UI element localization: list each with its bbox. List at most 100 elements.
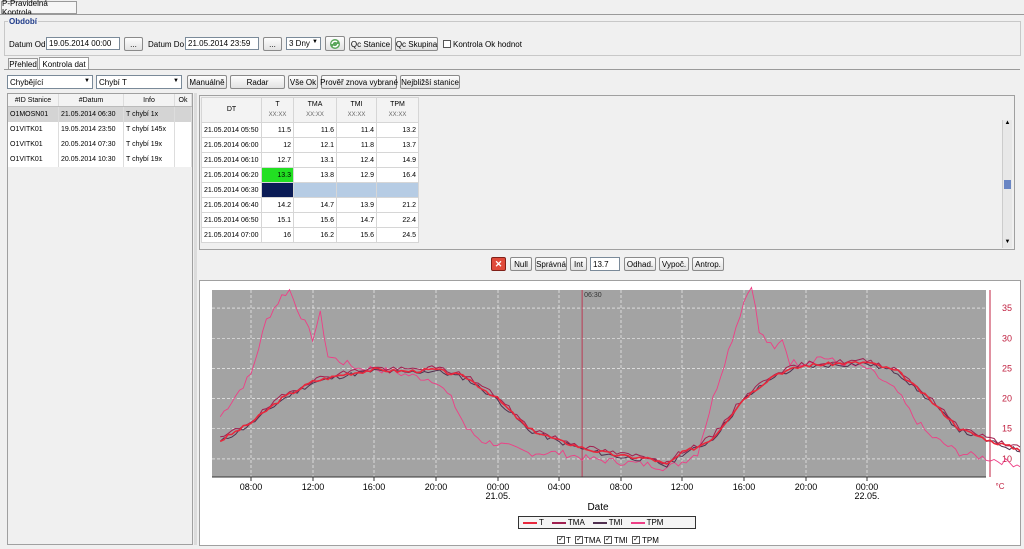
- grid-cell[interactable]: 15.1: [261, 212, 294, 228]
- grid-cell[interactable]: 12.7: [261, 152, 294, 168]
- radar-button[interactable]: Radar: [230, 75, 285, 89]
- grid-cell-missing[interactable]: [261, 182, 294, 198]
- grid-scrollbar[interactable]: ▲ ▼: [1002, 120, 1012, 248]
- grid-cell-highlighted[interactable]: 13.3: [261, 167, 294, 183]
- grid-cell[interactable]: 15.6: [336, 227, 377, 243]
- refresh-button[interactable]: [325, 36, 345, 51]
- manual-button[interactable]: Manuálně: [187, 75, 227, 89]
- grid-cell[interactable]: 21.05.2014 05:50: [201, 122, 262, 138]
- grid-row[interactable]: 21.05.2014 06:10 12.7 13.1 12.4 14.9: [201, 152, 419, 168]
- grid-cell[interactable]: [376, 182, 419, 198]
- grid-cell[interactable]: 21.05.2014 06:30: [201, 182, 262, 198]
- grid-row[interactable]: 21.05.2014 05:50 11.5 11.6 11.4 13.2: [201, 122, 419, 138]
- grid-cell[interactable]: 13.1: [293, 152, 337, 168]
- grid-cell[interactable]: 14.7: [336, 212, 377, 228]
- grid-row[interactable]: 21.05.2014 06:00 12 12.1 11.8 13.7: [201, 137, 419, 153]
- estimate-button[interactable]: Odhad.: [624, 257, 656, 271]
- grid-header-dt[interactable]: DT: [201, 97, 262, 123]
- grid-cell[interactable]: 24.5: [376, 227, 419, 243]
- grid-cell[interactable]: 13.2: [376, 122, 419, 138]
- ok-values-checkbox[interactable]: [443, 40, 451, 48]
- tab-overview[interactable]: Přehled: [8, 58, 38, 69]
- qc-station-button[interactable]: Qc Stanice: [349, 37, 392, 51]
- grid-cell[interactable]: 22.4: [376, 212, 419, 228]
- series-t-checkbox[interactable]: ✓: [557, 536, 565, 544]
- qc-group-button[interactable]: Qc Skupina: [395, 37, 438, 51]
- range-select[interactable]: 3 Dny ▼: [286, 37, 321, 50]
- date-from-label: Datum Od: [9, 40, 46, 49]
- grid-cell[interactable]: [336, 182, 377, 198]
- date-from-field[interactable]: 19.05.2014 00:00: [46, 37, 120, 50]
- delete-button[interactable]: ✕: [491, 257, 506, 271]
- grid-cell[interactable]: 14.2: [261, 197, 294, 213]
- grid-header-sub: XX:XX: [347, 112, 366, 118]
- grid-cell[interactable]: 12: [261, 137, 294, 153]
- vertical-splitter[interactable]: [194, 93, 197, 545]
- grid-cell[interactable]: 13.8: [293, 167, 337, 183]
- grid-cell[interactable]: 12.4: [336, 152, 377, 168]
- column-select[interactable]: Chybí T ▼: [96, 75, 182, 89]
- grid-cell[interactable]: 12.9: [336, 167, 377, 183]
- grid-cell[interactable]: 21.2: [376, 197, 419, 213]
- grid-row[interactable]: 21.05.2014 06:20 13.3 13.8 12.9 16.4: [201, 167, 419, 183]
- grid-row[interactable]: 21.05.2014 06:40 14.2 14.7 13.9 21.2: [201, 197, 419, 213]
- list-header-ok[interactable]: Ok: [174, 94, 192, 107]
- grid-cell[interactable]: 11.4: [336, 122, 377, 138]
- list-header-id[interactable]: #ID Stanice: [8, 94, 59, 107]
- grid-header-tmi[interactable]: TMI XX:XX: [336, 97, 377, 123]
- scroll-up-icon[interactable]: ▲: [1003, 120, 1012, 129]
- grid-header-tma[interactable]: TMA XX:XX: [293, 97, 337, 123]
- series-tma-checkbox[interactable]: ✓: [575, 536, 583, 544]
- date-from-picker-button[interactable]: ...: [124, 37, 143, 51]
- antrop-button[interactable]: Antrop.: [692, 257, 724, 271]
- grid-header-t[interactable]: T XX:XX: [261, 97, 294, 123]
- recheck-selected-button[interactable]: Prověř znova vybrané: [320, 75, 398, 89]
- grid-cell[interactable]: 21.05.2014 06:40: [201, 197, 262, 213]
- grid-cell[interactable]: 21.05.2014 06:00: [201, 137, 262, 153]
- grid-cell[interactable]: 13.9: [336, 197, 377, 213]
- scroll-thumb[interactable]: [1004, 180, 1011, 189]
- date-to-picker-button[interactable]: ...: [263, 37, 282, 51]
- grid-cell[interactable]: 21.05.2014 06:50: [201, 212, 262, 228]
- grid-cell[interactable]: 12.1: [293, 137, 337, 153]
- null-button[interactable]: Null: [510, 257, 532, 271]
- list-row[interactable]: O1VITK01 20.05.2014 07:30 T chybí 19x: [8, 137, 192, 152]
- filter-select[interactable]: Chybějící ▼: [7, 75, 93, 89]
- date-to-field[interactable]: 21.05.2014 23:59: [185, 37, 259, 50]
- list-row[interactable]: O1VITK01 20.05.2014 10:30 T chybí 19x: [8, 152, 192, 167]
- grid-row-selected[interactable]: 21.05.2014 06:30: [201, 182, 419, 198]
- grid-cell[interactable]: 11.5: [261, 122, 294, 138]
- grid-cell[interactable]: 16: [261, 227, 294, 243]
- all-ok-button[interactable]: Vše Ok: [288, 75, 318, 89]
- grid-cell[interactable]: 14.7: [293, 197, 337, 213]
- list-header-date[interactable]: #Datum: [58, 94, 124, 107]
- grid-row[interactable]: 21.05.2014 06:50 15.1 15.6 14.7 22.4: [201, 212, 419, 228]
- scroll-down-icon[interactable]: ▼: [1003, 239, 1012, 248]
- grid-cell[interactable]: [293, 182, 337, 198]
- grid-header-tpm[interactable]: TPM XX:XX: [376, 97, 419, 123]
- grid-cell[interactable]: 21.05.2014 07:00: [201, 227, 262, 243]
- nearest-stations-button[interactable]: Nejbližší stanice: [400, 75, 460, 89]
- compute-button[interactable]: Vypoč.: [659, 257, 689, 271]
- grid-cell[interactable]: 11.8: [336, 137, 377, 153]
- grid-cell[interactable]: 16.2: [293, 227, 337, 243]
- int-value-field[interactable]: 13.7: [590, 257, 620, 271]
- list-header-info[interactable]: Info: [123, 94, 175, 107]
- temperature-chart[interactable]: 06:30 101520253035 08:00 12:00 16:00 20:00 0…: [200, 281, 1020, 545]
- grid-cell[interactable]: 14.9: [376, 152, 419, 168]
- grid-cell[interactable]: 16.4: [376, 167, 419, 183]
- list-row[interactable]: O1MOSN01 21.05.2014 06:30 T chybí 1x: [8, 106, 192, 122]
- grid-cell[interactable]: 15.6: [293, 212, 337, 228]
- correct-button[interactable]: Správná: [535, 257, 567, 271]
- grid-cell[interactable]: 11.6: [293, 122, 337, 138]
- window-tab[interactable]: P-Pravidelná Kontrola: [1, 0, 77, 17]
- series-tpm-checkbox[interactable]: ✓: [632, 536, 640, 544]
- grid-cell[interactable]: 13.7: [376, 137, 419, 153]
- grid-row[interactable]: 21.05.2014 07:00 16 16.2 15.6 24.5: [201, 227, 419, 243]
- int-button[interactable]: Int: [570, 257, 587, 271]
- list-row[interactable]: O1VITK01 19.05.2014 23:50 T chybí 145x: [8, 122, 192, 137]
- series-tmi-checkbox[interactable]: ✓: [604, 536, 612, 544]
- grid-cell[interactable]: 21.05.2014 06:20: [201, 167, 262, 183]
- x-tick-label: 08:00: [240, 482, 263, 492]
- grid-cell[interactable]: 21.05.2014 06:10: [201, 152, 262, 168]
